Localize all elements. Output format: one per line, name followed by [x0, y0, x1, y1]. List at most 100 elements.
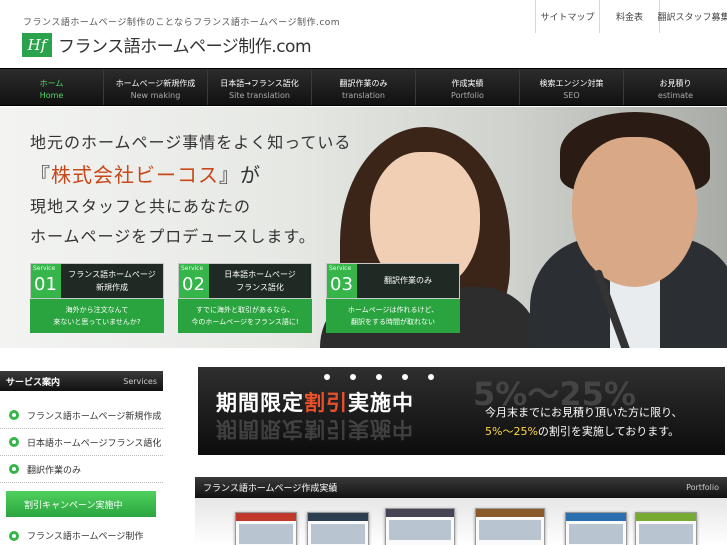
sidebar-item-label: 翻訳作業のみ: [27, 465, 82, 476]
campaign-banner[interactable]: 5%～25% 期間限定割引実施中 期間限定割引実施中 今月末までにお見積り頂いた…: [198, 367, 725, 455]
header-tagline: フランス語ホームページ制作のことならフランス語ホームページ制作.com: [23, 18, 341, 28]
banner-reflect-a: 期間限定: [216, 417, 304, 441]
banner-dots: [324, 374, 434, 380]
sidebar-title-en: Services: [123, 376, 157, 386]
portfolio-gallery: [195, 498, 727, 545]
service-title-line1: 日本語ホームページ: [224, 270, 296, 279]
nav-translation[interactable]: 翻訳作業のみ translation: [312, 69, 416, 105]
portfolio-thumbnail[interactable]: [565, 512, 627, 545]
nav-sublabel: Portfolio: [451, 91, 484, 100]
header: フランス語ホームページ制作のことならフランス語ホームページ制作.com Hf フ…: [0, 0, 727, 68]
service-title: 日本語ホームページ フランス語化: [209, 264, 311, 298]
service-title-line2: フランス語化: [236, 283, 284, 292]
service-box-03[interactable]: Service 03 翻訳作業のみ ホームページは作れるけど、 翻訳をする時間が…: [326, 263, 460, 333]
pricing-link[interactable]: 料金表: [599, 0, 659, 33]
sidebar-item-label: フランス語ホームページ制作: [27, 532, 144, 542]
hero-company-name: 株式会社ビーコス: [51, 163, 219, 187]
banner-reflect-b: 割引: [304, 417, 348, 441]
nav-sublabel: Site translation: [229, 91, 290, 100]
bullet-icon: [9, 437, 19, 447]
main-nav: ホーム Home ホームページ新規作成 New making 日本語→フランス語…: [0, 68, 727, 106]
service-header: Service 03 翻訳作業のみ: [326, 263, 460, 299]
service-title-line2: 新規作成: [96, 283, 128, 292]
portfolio-thumbnail[interactable]: [307, 512, 369, 545]
service-title: フランス語ホームページ 新規作成: [61, 264, 163, 298]
hero-bracket-open: 『: [30, 163, 51, 187]
nav-sublabel: New making: [130, 91, 181, 100]
portfolio-thumbnail[interactable]: [385, 508, 455, 545]
site-logo[interactable]: Hf フランス語ホームページ制作.com: [22, 32, 312, 57]
service-desc-line2: 翻訳をする時間が取れない: [351, 318, 435, 326]
service-desc-line1: 海外から注文なんて: [65, 306, 129, 314]
nav-home[interactable]: ホーム Home: [0, 69, 104, 105]
service-title-line1: 翻訳作業のみ: [384, 276, 432, 285]
bullet-icon: [9, 530, 19, 541]
nav-sublabel: estimate: [657, 91, 694, 100]
hero-line-2: 『株式会社ビーコス』が: [30, 159, 261, 188]
service-number: Service 03: [327, 264, 357, 298]
sidebar-item-next[interactable]: フランス語ホームページ制作: [0, 522, 163, 545]
dot-icon: [350, 374, 356, 380]
nav-label: ホームページ新規作成: [115, 79, 196, 88]
sidebar-item-label: 日本語ホームページフランス語化: [27, 438, 162, 449]
nav-label: 日本語→フランス語化: [220, 79, 299, 88]
service-header: Service 02 日本語ホームページ フランス語化: [178, 263, 312, 299]
service-box-02[interactable]: Service 02 日本語ホームページ フランス語化 すでに海外と取引があるな…: [178, 263, 312, 333]
nav-site-translation[interactable]: 日本語→フランス語化 Site translation: [208, 69, 312, 105]
sidebar-item-new-making[interactable]: フランス語ホームページ新規作成: [0, 402, 163, 429]
top-links: サイトマップ 料金表 翻訳スタッフ募集: [535, 0, 727, 33]
nav-label: ホーム: [39, 79, 64, 88]
portfolio-header: フランス語ホームページ作成実績 Portfolio: [195, 477, 727, 498]
hero-line-3: 現地スタッフと共にあなたの: [30, 197, 252, 216]
nav-estimate[interactable]: お見積り estimate: [624, 69, 727, 105]
service-box-01[interactable]: Service 01 フランス語ホームページ 新規作成 海外から注文なんて 来な…: [30, 263, 164, 333]
service-digit: 02: [182, 274, 205, 295]
service-desc-line1: すでに海外と取引があるなら、: [195, 306, 295, 314]
service-word: Service: [181, 265, 204, 272]
sidebar-item-translation[interactable]: 翻訳作業のみ: [0, 456, 163, 483]
service-desc-line1: ホームページは作れるけど、: [347, 306, 439, 314]
nav-portfolio[interactable]: 作成実績 Portfolio: [416, 69, 520, 105]
service-description: 海外から注文なんて 来ないと思っていませんか?: [30, 299, 164, 333]
nav-new-making[interactable]: ホームページ新規作成 New making: [104, 69, 208, 105]
man-face: [572, 137, 697, 287]
portfolio-thumbnail[interactable]: [235, 512, 297, 545]
banner-title-reflection: 期間限定割引実施中: [216, 415, 414, 445]
dot-icon: [324, 374, 330, 380]
logo-mark-icon: Hf: [22, 32, 52, 57]
service-desc-line2: 今のホームページをフランス語に!: [191, 318, 299, 326]
nav-label: お見積り: [659, 79, 692, 88]
service-digit: 03: [330, 274, 353, 295]
service-digit: 01: [34, 274, 57, 295]
nav-label: 検索エンジン対策: [539, 79, 604, 88]
sidebar-title: サービス案内: [6, 377, 61, 388]
banner-title-c: 実施中: [348, 391, 414, 415]
sitemap-link[interactable]: サイトマップ: [535, 0, 599, 33]
recruit-link[interactable]: 翻訳スタッフ募集: [658, 0, 727, 33]
service-title: 翻訳作業のみ: [357, 264, 459, 298]
hero-line-1: 地元のホームページ事情をよく知っている: [30, 133, 352, 152]
banner-discount-range: 5%～25%: [485, 425, 538, 438]
nav-sublabel: Home: [39, 91, 64, 100]
hero-line-4: ホームページをプロデュースします。: [30, 227, 316, 246]
sidebar-item-site-translation[interactable]: 日本語ホームページフランス語化: [0, 429, 163, 456]
page: フランス語ホームページ制作のことならフランス語ホームページ制作.com Hf フ…: [0, 0, 727, 545]
portfolio-thumbnail[interactable]: [475, 508, 545, 545]
sidebar-item-label: フランス語ホームページ新規作成: [27, 411, 162, 422]
service-word: Service: [33, 265, 56, 272]
service-header: Service 01 フランス語ホームページ 新規作成: [30, 263, 164, 299]
banner-subtext-1: 今月末までにお見積り頂いた方に限り、: [485, 406, 683, 419]
nav-sublabel: translation: [341, 91, 385, 100]
banner-reflect-c: 実施中: [348, 417, 414, 441]
banner-subtext-2: 5%～25%の割引を実施しております。: [485, 423, 679, 439]
sidebar-header: サービス案内 Services: [0, 371, 163, 391]
service-description: すでに海外と取引があるなら、 今のホームページをフランス語に!: [178, 299, 312, 333]
banner-subtext-2-rest: の割引を実施しております。: [537, 425, 680, 438]
portfolio-title: フランス語ホームページ作成実績: [203, 484, 338, 494]
nav-label: 作成実績: [451, 79, 484, 88]
nav-seo[interactable]: 検索エンジン対策 SEO: [520, 69, 624, 105]
service-description: ホームページは作れるけど、 翻訳をする時間が取れない: [326, 299, 460, 333]
discount-campaign-button[interactable]: 割引キャンペーン実施中: [6, 491, 156, 517]
banner-title: 期間限定割引実施中: [216, 387, 414, 417]
portfolio-thumbnail[interactable]: [635, 512, 697, 545]
